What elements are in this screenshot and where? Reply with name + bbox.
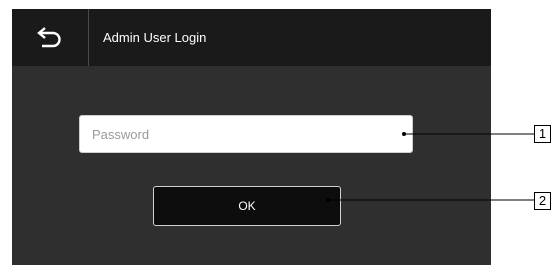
callout-number-1: 1 [534,125,551,143]
title-bar: Admin User Login [12,9,491,66]
back-button[interactable] [12,9,88,66]
back-arrow-icon [37,26,61,47]
callout-number-2: 2 [534,192,551,210]
title-divider [88,9,89,66]
documentation-figure: Admin User Login OK 1 2 [0,0,557,271]
page-title: Admin User Login [103,30,207,45]
login-screen: Admin User Login OK [12,9,491,265]
ok-button[interactable]: OK [153,186,341,226]
password-input[interactable] [79,115,413,153]
